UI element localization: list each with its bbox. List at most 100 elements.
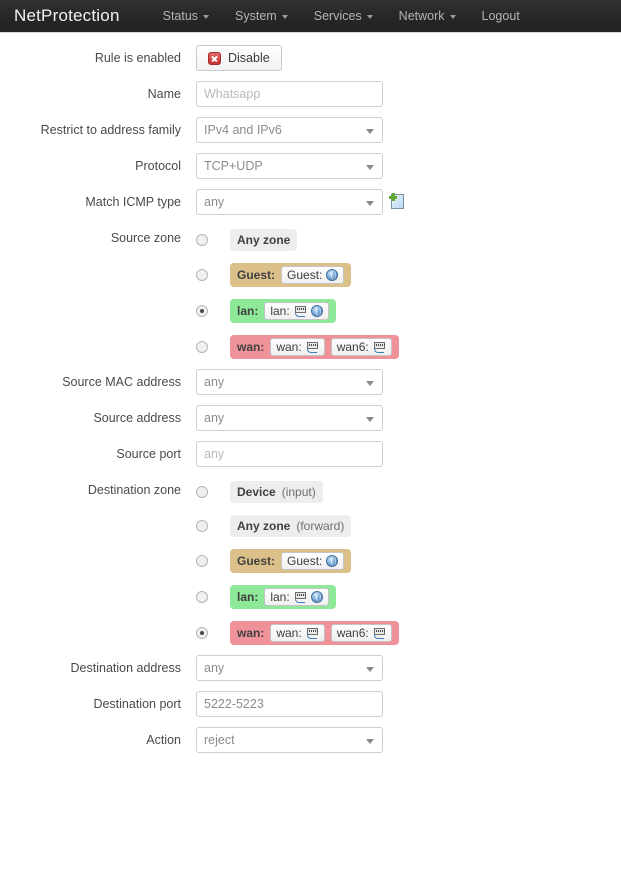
control-destination-port: 5222-5223 — [196, 691, 383, 717]
label-destination-address: Destination address — [70, 661, 181, 675]
caret-down-icon — [203, 15, 210, 19]
control-source-zone: Any zone Guest: Guest: lan: lan: wan: wan: wan6… — [196, 225, 399, 359]
row-action: Action reject — [0, 727, 621, 753]
brand-logo[interactable]: NetProtection — [14, 6, 120, 26]
label-source-address: Source address — [93, 411, 181, 425]
plus-shape — [389, 193, 397, 201]
control-source-address: any — [196, 405, 383, 431]
zone-interface-label: Guest: — [287, 268, 323, 282]
destination-zone-radio-group: Device (input) Any zone (forward) Guest: Gues… — [196, 477, 399, 645]
nav-item-system[interactable]: System — [222, 9, 301, 23]
zone-badge[interactable]: wan: wan: wan6: — [230, 621, 399, 645]
zone-interface-chip[interactable]: wan: — [270, 624, 325, 642]
zone-interface-chip[interactable]: lan: — [264, 302, 329, 320]
control-action: reject — [196, 727, 383, 753]
zone-interface-label: wan: — [276, 340, 302, 354]
zone-badge[interactable]: Any zone (forward) — [230, 515, 352, 537]
disable-button[interactable]: Disable — [196, 45, 282, 71]
zone-radio[interactable] — [196, 520, 208, 532]
control-source-port: any — [196, 441, 383, 467]
row-icmp-type: Match ICMP type any — [0, 189, 621, 215]
destination-address-value: any — [204, 661, 225, 675]
label-source-port: Source port — [116, 447, 181, 461]
destination-address-select[interactable]: any — [196, 655, 383, 681]
ethernet-cable-shape — [373, 634, 384, 639]
action-select[interactable]: reject — [196, 727, 383, 753]
zone-interface-chip[interactable]: Guest: — [281, 266, 345, 284]
deny-icon — [208, 51, 221, 65]
zone-badge[interactable]: Guest: Guest: — [230, 263, 352, 287]
zone-name-label: lan: — [237, 304, 259, 318]
zone-radio[interactable] — [196, 591, 208, 603]
zone-interface-label: wan6: — [336, 626, 369, 640]
label-name: Name — [147, 87, 181, 101]
nav-item-label: Logout — [481, 9, 520, 23]
source-port-input[interactable]: any — [196, 441, 383, 467]
zone-radio[interactable] — [196, 269, 208, 281]
globe-icon — [326, 269, 339, 281]
zone-interface-chip[interactable]: lan: — [264, 588, 329, 606]
source-address-value: any — [204, 411, 225, 425]
zone-name-label: wan: — [237, 340, 265, 354]
zone-radio[interactable] — [196, 234, 208, 246]
address-family-select[interactable]: IPv4 and IPv6 — [196, 117, 383, 143]
zone-sub-label: (forward) — [296, 519, 345, 533]
add-page-icon[interactable] — [389, 193, 406, 210]
globe-icon — [326, 555, 339, 567]
zone-interface-chip[interactable]: wan6: — [330, 624, 392, 642]
zone-badge[interactable]: wan: wan: wan6: — [230, 335, 399, 359]
zone-badge[interactable]: lan: lan: — [230, 585, 336, 609]
source-mac-select[interactable]: any — [196, 369, 383, 395]
row-source-port: Source port any — [0, 441, 621, 467]
row-rule-enabled: Rule is enabled Disable — [0, 45, 621, 71]
zone-interface-chip[interactable]: Guest: — [281, 552, 345, 570]
zone-interface-chip[interactable]: wan6: — [330, 338, 392, 356]
nav-item-label: Status — [162, 9, 199, 23]
zone-name-label: Guest: — [237, 554, 276, 568]
zone-badge[interactable]: Guest: Guest: — [230, 549, 352, 573]
zone-badge[interactable]: Any zone — [230, 229, 298, 251]
zone-interface-label: wan: — [276, 626, 302, 640]
zone-option-row: lan: lan: — [196, 299, 399, 323]
nav-item-services[interactable]: Services — [301, 9, 386, 23]
label-destination-port: Destination port — [93, 697, 181, 711]
zone-name-label: Device — [237, 485, 276, 499]
name-input[interactable]: Whatsapp — [196, 81, 383, 107]
row-source-mac: Source MAC address any — [0, 369, 621, 395]
row-destination-address: Destination address any — [0, 655, 621, 681]
zone-radio[interactable] — [196, 341, 208, 353]
nav-item-network[interactable]: Network — [386, 9, 469, 23]
ethernet-cable-shape — [294, 312, 305, 317]
address-family-value: IPv4 and IPv6 — [204, 123, 282, 137]
zone-radio[interactable] — [196, 486, 208, 498]
zone-interface-chip[interactable]: wan: — [270, 338, 325, 356]
control-address-family: IPv4 and IPv6 — [196, 117, 383, 143]
nav-item-status[interactable]: Status — [150, 9, 222, 23]
ethernet-cable-shape — [306, 634, 317, 639]
icmp-type-select[interactable]: any — [196, 189, 383, 215]
destination-port-input[interactable]: 5222-5223 — [196, 691, 383, 717]
source-address-select[interactable]: any — [196, 405, 383, 431]
zone-badge[interactable]: Device (input) — [230, 481, 323, 503]
zone-option-row: wan: wan: wan6: — [196, 621, 399, 645]
row-address-family: Restrict to address family IPv4 and IPv6 — [0, 117, 621, 143]
zone-radio-selected[interactable] — [196, 305, 208, 317]
ethernet-icon — [306, 627, 319, 639]
zone-interface-label: lan: — [270, 304, 290, 318]
zone-badge[interactable]: lan: lan: — [230, 299, 336, 323]
zone-radio-selected[interactable] — [196, 627, 208, 639]
row-destination-zone: Destination zone Device (input) Any zone (f… — [0, 477, 621, 645]
zone-radio[interactable] — [196, 555, 208, 567]
ethernet-cable-shape — [294, 598, 305, 603]
zone-option-row: Guest: Guest: — [196, 263, 399, 287]
action-value: reject — [204, 733, 235, 747]
protocol-select[interactable]: TCP+UDP — [196, 153, 383, 179]
ethernet-cable-shape — [373, 348, 384, 353]
control-icmp-type: any — [196, 189, 406, 215]
zone-interface-label: lan: — [270, 590, 290, 604]
nav-item-logout[interactable]: Logout — [469, 9, 533, 23]
ethernet-icon — [373, 627, 386, 639]
zone-name-label: Any zone — [237, 519, 291, 533]
zone-interface-label: Guest: — [287, 554, 323, 568]
label-action: Action — [146, 733, 181, 747]
